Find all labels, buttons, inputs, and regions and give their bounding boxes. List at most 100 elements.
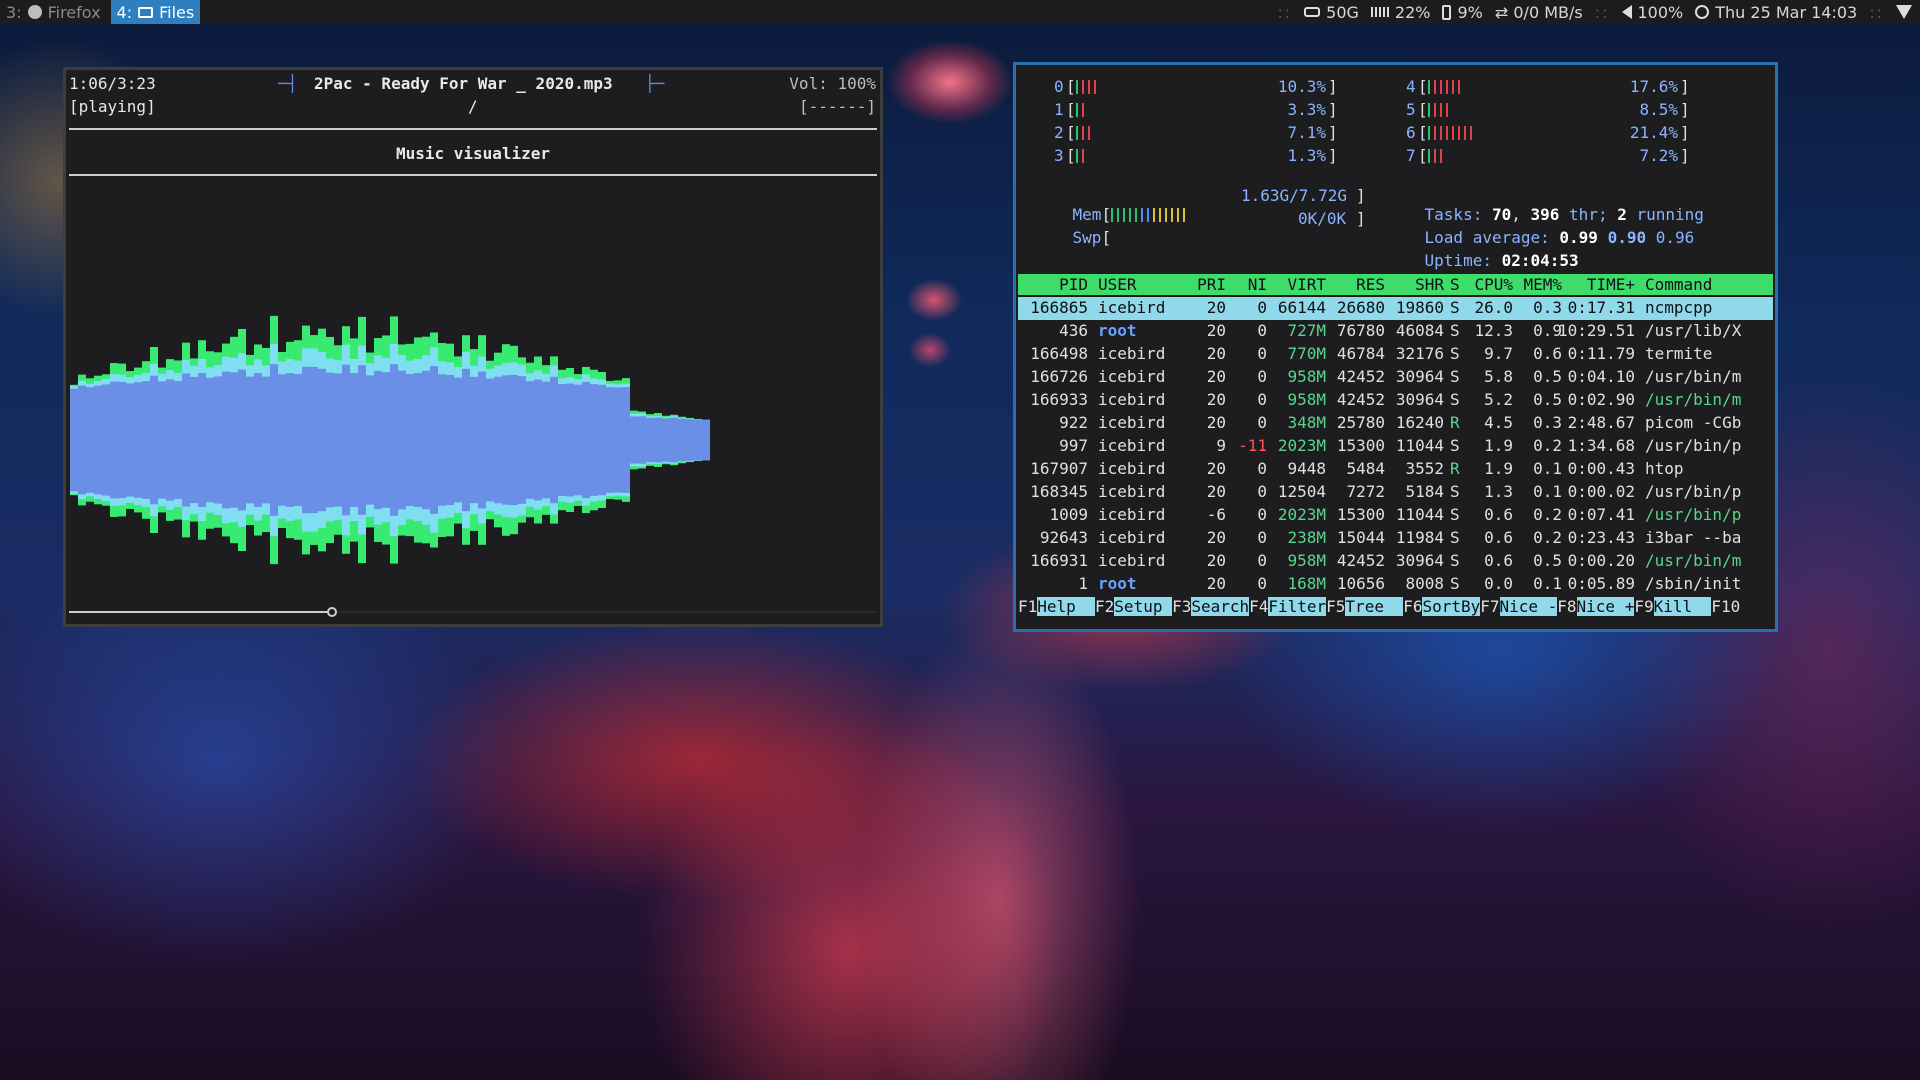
cell-virt: 727M — [1287, 321, 1326, 340]
workspace-4-button[interactable]: 4: Files — [110, 0, 201, 24]
fkey-f5[interactable]: F5Tree — [1326, 597, 1404, 618]
cpu-percent: 3.3% — [1287, 100, 1326, 119]
process-row[interactable]: 166726 icebird 20 0 958M 42452 30964 S 5.8 0.5 0:0… — [1018, 366, 1773, 389]
cell-shr: 19860 — [1395, 298, 1444, 317]
bar-tick — [1427, 126, 1430, 140]
cell-pid: 436 — [1059, 321, 1088, 340]
cpu-bar — [1075, 146, 1088, 165]
process-row[interactable]: 166498 icebird 20 0 770M 46784 32176 S 9.7 0.6 0:1… — [1018, 343, 1773, 366]
bar-tick — [1165, 208, 1168, 222]
fkey-f6[interactable]: F6SortBy — [1403, 597, 1481, 618]
fkey-f9[interactable]: F9Kill — [1634, 597, 1712, 618]
column-header-res[interactable]: RES — [1356, 275, 1385, 294]
cpu-meter-6: 6[21.4%] — [1378, 123, 1690, 143]
visualizer-inner-band — [574, 384, 582, 496]
column-header-s[interactable]: S — [1450, 275, 1460, 294]
column-header-mem-pct[interactable]: MEM% — [1523, 275, 1562, 294]
status-area: :: 50G 22% 9% ⇄ 0/0 MB/s :: 100% Thu 25 … — [1277, 0, 1912, 24]
process-row[interactable]: 92643 icebird 20 0 238M 15044 11984 S 0.6 0.2 0:23… — [1018, 527, 1773, 550]
column-header-virt[interactable]: VIRT — [1287, 275, 1326, 294]
bar-tick — [1075, 80, 1078, 94]
visualizer-inner-band — [630, 416, 638, 464]
process-row[interactable]: 997 icebird 9 -11 2023M 15300 11044 S 1.9 0.2 1:34… — [1018, 435, 1773, 458]
clock-value: Thu 25 Mar 14:03 — [1715, 2, 1858, 22]
cell-s: S — [1450, 551, 1460, 570]
visualizer-inner-band — [454, 377, 462, 503]
visualizer-inner-band — [86, 387, 94, 493]
process-row[interactable]: 922 icebird 20 0 348M 25780 16240 R 4.5 0.3 2:48.6… — [1018, 412, 1773, 435]
bar-tick — [1159, 208, 1162, 222]
visualizer-inner-band — [654, 417, 662, 463]
process-row[interactable]: 1 root 20 0 168M 10656 8008 S 0.0 0.1 0:05.89/sbin… — [1018, 573, 1773, 596]
cell-cpu: 0.0 — [1484, 574, 1513, 593]
bar-tick — [1111, 208, 1114, 222]
column-header-shr[interactable]: SHR — [1415, 275, 1444, 294]
column-header-user[interactable]: USER — [1098, 275, 1137, 294]
cpu-bar-wrap: [ — [1066, 77, 1100, 96]
fkey-f7[interactable]: F7Nice - — [1480, 597, 1558, 618]
visualizer-inner-band — [294, 373, 302, 507]
seek-bar-knob[interactable] — [327, 607, 338, 617]
fkey-f3[interactable]: F3Search — [1172, 597, 1250, 618]
cell-user: icebird — [1098, 367, 1166, 386]
column-header-time-plus[interactable]: TIME+ — [1587, 275, 1635, 294]
column-header-pri[interactable]: PRI — [1197, 275, 1226, 294]
column-header-ni[interactable]: NI — [1248, 275, 1267, 294]
cell-s: S — [1450, 344, 1460, 363]
visualizer-inner-band — [222, 371, 230, 509]
cpu-percent: 17.6% — [1629, 77, 1678, 96]
cell-pid: 166931 — [1030, 551, 1088, 570]
seek-bar[interactable] — [69, 607, 877, 617]
process-row[interactable]: 436 root 20 0 727M 76780 46084 S 12.3 0.9 10:29.51… — [1018, 320, 1773, 343]
process-row[interactable]: 168345 icebird 20 0 12504 7272 5184 S 1.3 0.1 0:00… — [1018, 481, 1773, 504]
cell-shr: 30964 — [1395, 367, 1444, 386]
cell-virt: 2023M — [1277, 505, 1326, 524]
cell-pri: 20 — [1206, 344, 1226, 363]
fkey-number: F10 — [1711, 597, 1741, 616]
wifi-icon[interactable] — [1896, 5, 1912, 19]
fkey-f2[interactable]: F2Setup — [1095, 597, 1173, 618]
cpu-id: 3 — [1054, 146, 1064, 165]
htop-window[interactable]: 0[10.3%] 1[3.3%] 2[7.1%] 3[1.3%] 4[17.6%] 5[8… — [1013, 62, 1778, 632]
visualizer-inner-band — [278, 374, 286, 506]
visualizer-inner-band — [166, 379, 174, 501]
cell-cmd: /usr/lib/X — [1645, 321, 1742, 340]
cell-cmd: /usr/bin/p — [1645, 436, 1742, 455]
fkey-label: Search — [1191, 597, 1250, 616]
visualizer-inner-band — [310, 366, 318, 514]
visualizer-inner-band — [206, 377, 214, 503]
visualizer-inner-band — [182, 373, 190, 507]
process-row[interactable]: 167907 icebird 20 0 9448 5484 3552 R 1.9 0.1 0:00.… — [1018, 458, 1773, 481]
fkey-f8[interactable]: F8Nice + — [1557, 597, 1635, 618]
bar-tick — [1445, 103, 1448, 117]
cpu-bar-wrap: [ — [1066, 100, 1088, 119]
workspace-3-number: 3: — [6, 2, 22, 22]
process-row[interactable]: 166865 icebird 20 0 66144 26680 19860 S 26.0 0.3 0… — [1018, 297, 1773, 320]
bar-tick — [1445, 126, 1448, 140]
process-row[interactable]: 1009 icebird -6 0 2023M 15300 11044 S 0.6 0.2 0:07… — [1018, 504, 1773, 527]
cell-ni: -11 — [1238, 436, 1267, 455]
column-header-command[interactable]: Command — [1645, 275, 1712, 294]
cell-shr: 3552 — [1405, 459, 1444, 478]
ncmpcpp-window[interactable]: 1:06/3:23 ─┤ 2Pac - Ready For War _ 2020… — [63, 67, 883, 627]
fkey-f10[interactable]: F10 — [1711, 597, 1740, 618]
visualizer-inner-band — [438, 374, 446, 506]
fkey-f1[interactable]: F1Help — [1018, 597, 1096, 618]
process-table-header[interactable]: PID USER PRI NI VIRT RES SHR S CPU% MEM% TIME+ Comm… — [1018, 274, 1773, 295]
function-key-bar: F1Help F2Setup F3Search F4Filter F5Tree F6… — [1018, 597, 1778, 619]
column-header-pid[interactable]: PID — [1059, 275, 1088, 294]
column-header-cpu-pct[interactable]: CPU% — [1474, 275, 1513, 294]
process-row[interactable]: 166931 icebird 20 0 958M 42452 30964 S 0.6 0.5 0:0… — [1018, 550, 1773, 573]
fkey-number: F5 — [1326, 597, 1346, 616]
fkey-label: Filter — [1268, 597, 1327, 616]
cell-mem: 0.1 — [1533, 459, 1562, 478]
bar-tick — [1427, 80, 1430, 94]
cell-virt: 958M — [1287, 390, 1326, 409]
volume-status[interactable]: 100% — [1621, 3, 1683, 22]
workspace-3-button[interactable]: 3: Firefox — [0, 0, 107, 24]
fkey-f4[interactable]: F4Filter — [1249, 597, 1327, 618]
cell-virt: 12504 — [1277, 482, 1326, 501]
process-row[interactable]: 166933 icebird 20 0 958M 42452 30964 S 5.2 0.5 0:0… — [1018, 389, 1773, 412]
cell-res: 25780 — [1336, 413, 1385, 432]
cell-shr: 46084 — [1395, 321, 1444, 340]
